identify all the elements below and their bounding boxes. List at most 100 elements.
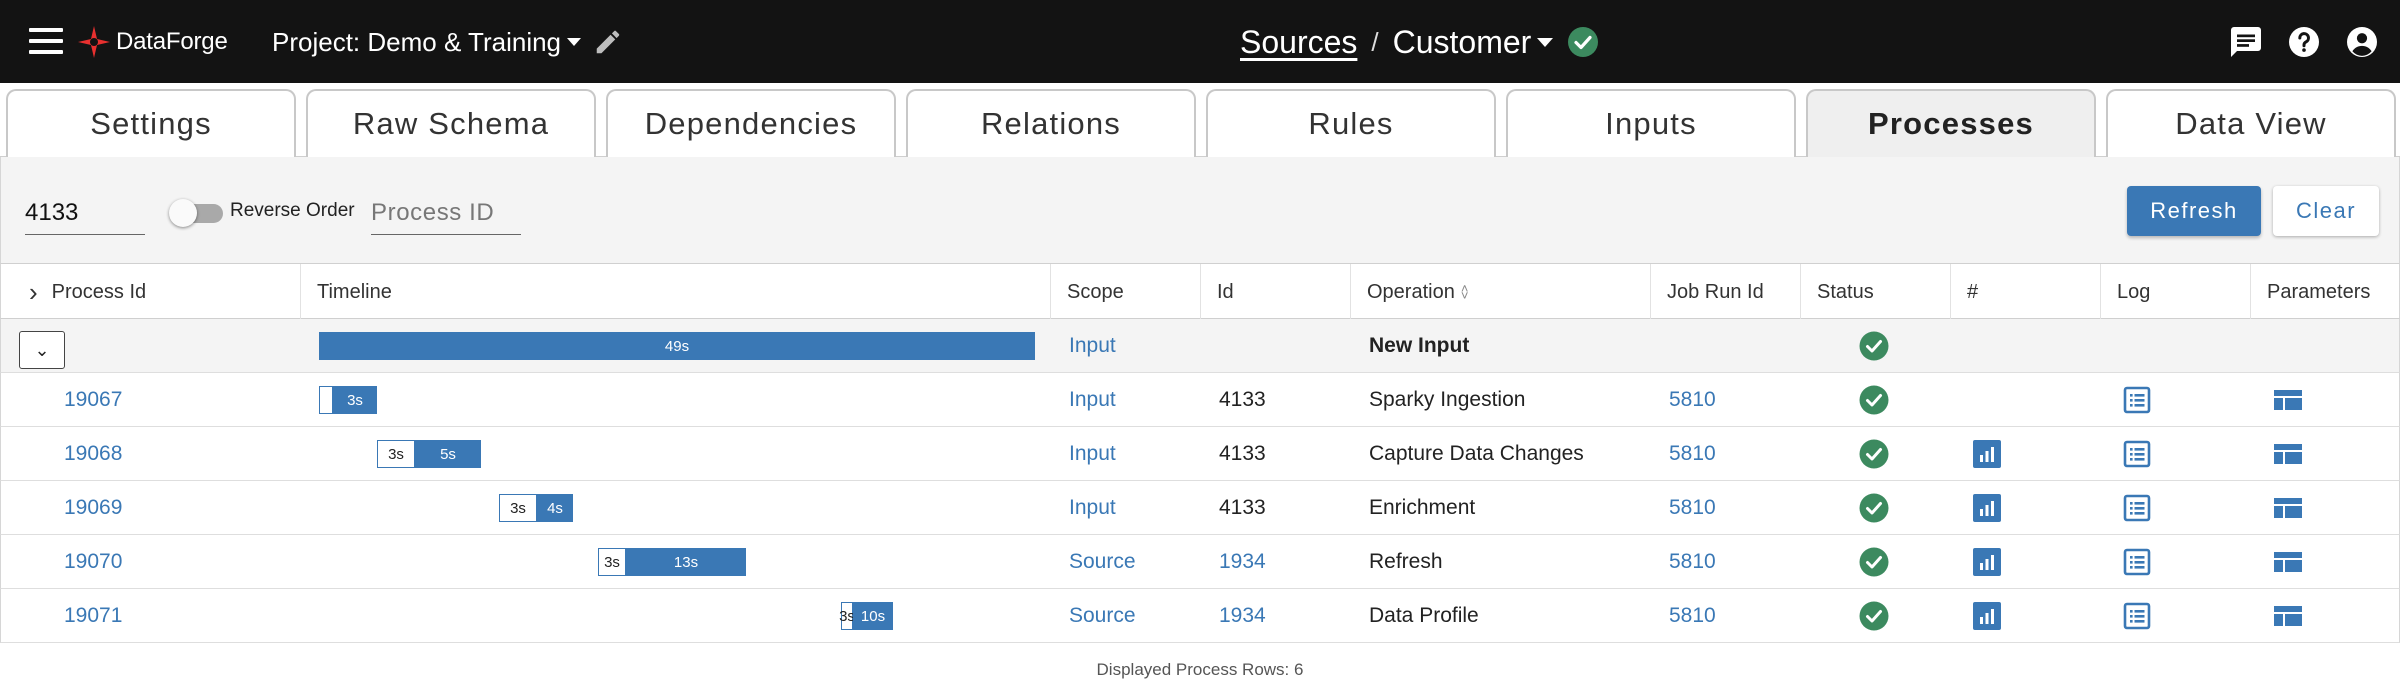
view-log-icon[interactable] — [2122, 481, 2152, 535]
timeline-run-bar: 13s — [626, 548, 746, 576]
parameters-icon[interactable] — [2273, 481, 2303, 535]
scope-link[interactable]: Source — [1069, 535, 1136, 589]
process-id-link[interactable]: 19067 — [64, 373, 122, 427]
clear-button[interactable]: Clear — [2273, 186, 2379, 236]
app-logo[interactable]: DataForge — [77, 20, 228, 64]
id-link[interactable]: 1934 — [1219, 535, 1266, 589]
parameters-icon[interactable] — [2273, 373, 2303, 427]
metrics-chart-icon[interactable] — [1972, 535, 2002, 589]
breadcrumb-current[interactable]: Customer — [1393, 24, 1532, 61]
parameters-icon[interactable] — [2273, 427, 2303, 481]
column-label: Process Id — [51, 280, 147, 303]
metrics-chart-icon[interactable] — [1972, 589, 2002, 643]
bar-label: 3s — [510, 499, 526, 517]
operation-name: Data Profile — [1369, 604, 1479, 627]
status-ok-icon — [1859, 589, 1889, 643]
process-id-input[interactable]: Process ID — [371, 199, 521, 235]
breadcrumb-separator: / — [1371, 26, 1379, 57]
process-id-link[interactable]: 19070 — [64, 535, 122, 589]
column-metrics: # — [1951, 264, 2101, 320]
chevron-down-icon — [567, 38, 582, 46]
job-run-id-link[interactable]: 5810 — [1669, 535, 1716, 589]
timeline-wait-bar — [319, 386, 333, 414]
process-id-link[interactable]: 19071 — [64, 589, 122, 643]
tab-label: Processes — [1868, 106, 2034, 141]
tab-dependencies[interactable]: Dependencies — [606, 89, 896, 157]
app-name: DataForge — [116, 28, 228, 55]
tab-inputs[interactable]: Inputs — [1506, 89, 1796, 157]
project-label: Project: Demo & Training — [272, 26, 562, 57]
id-filter-input[interactable]: 4133 — [25, 199, 145, 235]
refresh-button[interactable]: Refresh — [2127, 186, 2261, 236]
toggle-knob — [169, 199, 197, 227]
table-row: 19071 3s 10s Source 1934 Data Profile 58… — [0, 589, 2400, 643]
column-label: Scope — [1067, 280, 1124, 303]
tab-label: Rules — [1308, 106, 1394, 141]
id-value: 4133 — [1219, 496, 1266, 519]
chevron-down-icon[interactable] — [1537, 37, 1554, 47]
help-icon[interactable] — [2286, 24, 2322, 60]
tab-rules[interactable]: Rules — [1206, 89, 1496, 157]
column-label: Operation — [1367, 280, 1455, 303]
reverse-order-toggle[interactable] — [169, 199, 225, 227]
scope-link[interactable]: Source — [1069, 589, 1136, 643]
row-count-footer: Displayed Process Rows: 6 — [1096, 659, 1304, 679]
collapse-group-button[interactable]: ⌄ — [19, 331, 65, 369]
scope-link[interactable]: Input — [1069, 319, 1116, 373]
message-icon[interactable] — [2228, 24, 2264, 60]
job-run-id-link[interactable]: 5810 — [1669, 481, 1716, 535]
bar-label: 3s — [347, 391, 363, 409]
view-log-icon[interactable] — [2122, 589, 2152, 643]
column-operation[interactable]: Operation ˄ ˅ — [1351, 264, 1651, 320]
view-log-icon[interactable] — [2122, 535, 2152, 589]
tab-data-view[interactable]: Data View — [2106, 89, 2396, 157]
sort-icon[interactable]: ˄ ˅ — [1461, 282, 1469, 302]
tab-bar: Settings Raw Schema Dependencies Relatio… — [0, 83, 2400, 157]
job-run-id-link[interactable]: 5810 — [1669, 589, 1716, 643]
timeline-wait-bar: 3s — [839, 602, 855, 630]
tab-processes[interactable]: Processes — [1806, 89, 2096, 157]
view-log-icon[interactable] — [2122, 427, 2152, 481]
scope-link[interactable]: Input — [1069, 481, 1116, 535]
parameters-icon[interactable] — [2273, 589, 2303, 643]
group-row: ⌄ 49s Input New Input — [0, 319, 2400, 373]
chevron-right-icon[interactable]: › — [29, 277, 38, 308]
column-process-id[interactable]: › Process Id — [1, 264, 301, 320]
column-id: Id — [1201, 264, 1351, 320]
tab-label: Inputs — [1605, 106, 1697, 141]
operation-name: Refresh — [1369, 550, 1443, 573]
view-log-icon[interactable] — [2122, 373, 2152, 427]
parameters-icon[interactable] — [2273, 535, 2303, 589]
tab-relations[interactable]: Relations — [906, 89, 1196, 157]
menu-icon[interactable] — [29, 28, 63, 56]
scope-link[interactable]: Input — [1069, 373, 1116, 427]
breadcrumb-sources-link[interactable]: Sources — [1240, 24, 1357, 61]
table-row: 19069 3s 4s Input 4133 Enrichment 5810 — [0, 481, 2400, 535]
column-label: Id — [1217, 280, 1234, 303]
tab-label: Relations — [980, 106, 1122, 141]
bar-label: 13s — [673, 553, 699, 571]
metrics-chart-icon[interactable] — [1972, 427, 2002, 481]
tab-label: Raw Schema — [352, 106, 550, 141]
job-run-id-link[interactable]: 5810 — [1669, 427, 1716, 481]
metrics-chart-icon[interactable] — [1972, 481, 2002, 535]
breadcrumb: Sources / Customer — [1240, 20, 1599, 64]
tab-settings[interactable]: Settings — [6, 89, 296, 157]
top-app-bar: DataForge Project: Demo & Training Sourc… — [0, 0, 2400, 83]
column-timeline: Timeline — [301, 264, 1051, 320]
project-selector[interactable]: Project: Demo & Training — [272, 22, 623, 62]
job-run-id-link[interactable]: 5810 — [1669, 373, 1716, 427]
account-icon[interactable] — [2344, 24, 2380, 60]
status-ok-icon — [1859, 535, 1889, 589]
status-ok-icon — [1568, 27, 1599, 57]
status-ok-icon — [1859, 481, 1889, 535]
id-link[interactable]: 1934 — [1219, 589, 1266, 643]
process-id-link[interactable]: 19068 — [64, 427, 122, 481]
edit-icon[interactable] — [593, 27, 623, 57]
table-row: 19067 3s Input 4133 Sparky Ingestion 581… — [0, 373, 2400, 427]
timeline-run-bar: 5s — [415, 440, 481, 468]
bar-label: 4s — [547, 499, 563, 517]
process-id-link[interactable]: 19069 — [64, 481, 122, 535]
scope-link[interactable]: Input — [1069, 427, 1116, 481]
tab-raw-schema[interactable]: Raw Schema — [306, 89, 596, 157]
